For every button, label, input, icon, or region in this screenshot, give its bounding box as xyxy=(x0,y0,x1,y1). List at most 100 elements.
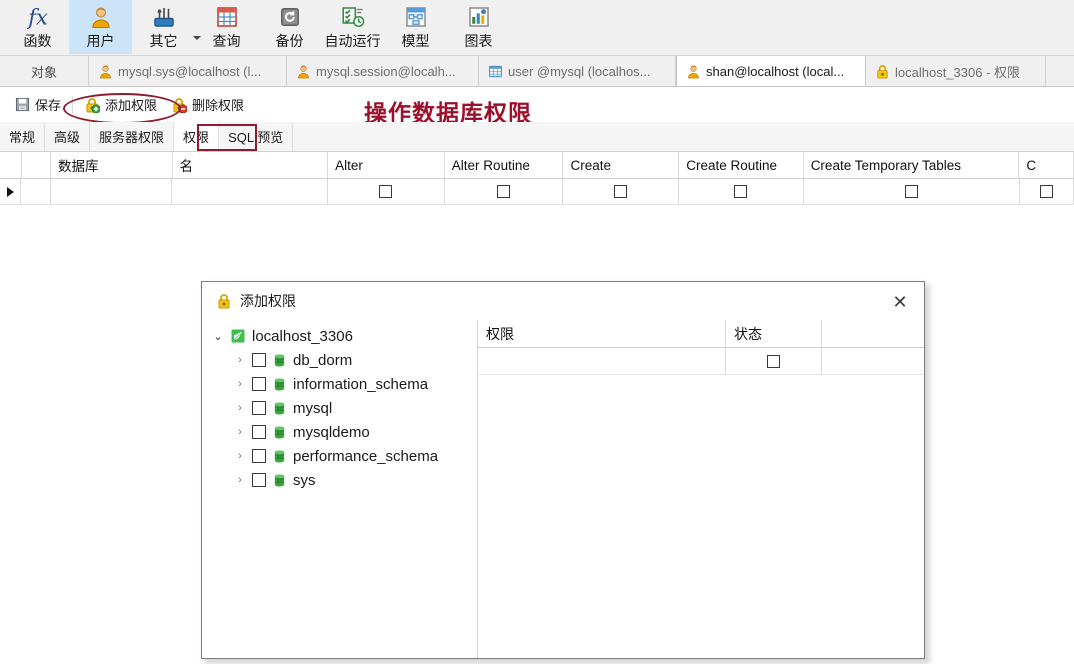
tree-node-database-4[interactable]: › performance_schema xyxy=(202,444,477,468)
privileges-subtabs: 常规 高级 服务器权限 权限 SQL 预览 xyxy=(0,122,1074,152)
cell-checkbox-3[interactable] xyxy=(328,179,445,204)
privileges-grid-header: 数据库名 Alter Alter Routine Create Create Routi… xyxy=(0,152,1074,179)
tree-node-checkbox[interactable] xyxy=(252,401,266,415)
model-icon xyxy=(404,4,428,30)
checkbox[interactable] xyxy=(1039,185,1053,198)
row-select-cell[interactable] xyxy=(21,179,51,204)
ribbon-item-2[interactable]: 其它 xyxy=(132,0,201,54)
close-icon[interactable]: ✕ xyxy=(888,290,912,314)
tree-node-checkbox[interactable] xyxy=(252,449,266,463)
save-button[interactable]: 保存 xyxy=(8,93,68,116)
table-icon xyxy=(488,64,503,79)
connection-tab-3[interactable]: shan@localhost (local... xyxy=(676,56,866,86)
checkbox[interactable] xyxy=(734,185,748,198)
tree-node-database-5[interactable]: › sys xyxy=(202,468,477,492)
user-icon xyxy=(686,64,701,79)
grid-column-header-1[interactable]: 数据库 xyxy=(51,152,173,178)
tree-node-checkbox[interactable] xyxy=(252,425,266,439)
checkbox[interactable] xyxy=(767,354,780,368)
connection-tab-0[interactable]: mysql.sys@localhost (l... xyxy=(89,56,287,86)
ribbon-item-1[interactable]: 用户 xyxy=(69,0,132,54)
ribbon-item-label: 函数 xyxy=(23,33,52,49)
chevron-right-icon[interactable]: › xyxy=(234,426,246,438)
connection-tab-4[interactable]: localhost_3306 - 权限 xyxy=(866,56,1046,86)
connection-tab-label: user @mysql (localhos... xyxy=(508,63,651,79)
list-item[interactable] xyxy=(478,348,924,375)
subtab-4[interactable]: SQL 预览 xyxy=(219,122,294,151)
cell-text-1[interactable] xyxy=(51,179,173,204)
cell-checkbox-5[interactable] xyxy=(563,179,680,204)
grid-column-header-8[interactable]: C xyxy=(1019,152,1074,178)
checkbox[interactable] xyxy=(614,185,628,198)
chevron-right-icon[interactable]: › xyxy=(234,474,246,486)
privilege-state-cell[interactable] xyxy=(726,348,822,374)
privileges-grid: 数据库名 Alter Alter Routine Create Create Routi… xyxy=(0,152,1074,208)
checkbox[interactable] xyxy=(379,185,393,198)
grid-column-header-3[interactable]: Alter xyxy=(328,152,445,178)
privilege-table-column-0[interactable]: 权限 xyxy=(478,320,726,347)
ribbon-item-3[interactable]: 查询 xyxy=(195,0,258,54)
add-privilege-dialog: 添加权限 ✕ ⌄ localhost_3306 › db_dorm › informati… xyxy=(201,281,925,659)
subtab-2[interactable]: 服务器权限 xyxy=(90,122,175,151)
add-privilege-button[interactable]: 添加权限 xyxy=(77,93,164,116)
cell-checkbox-8[interactable] xyxy=(1020,179,1074,204)
table-row[interactable] xyxy=(0,179,1074,205)
dialog-body: ⌄ localhost_3306 › db_dorm › information_sche… xyxy=(202,320,924,658)
cell-checkbox-6[interactable] xyxy=(679,179,804,204)
privileges-grid-body xyxy=(0,179,1074,205)
tree-node-label: db_dorm xyxy=(293,351,353,369)
grid-column-header-6[interactable]: Create Routine xyxy=(679,152,804,178)
tree-node-checkbox[interactable] xyxy=(252,377,266,391)
tree-node-label: mysqldemo xyxy=(293,423,370,441)
connection-tab-label: localhost_3306 - 权限 xyxy=(895,64,1021,80)
cell-text-2[interactable] xyxy=(172,179,328,204)
connection-tab-2[interactable]: user @mysql (localhos... xyxy=(479,56,676,86)
query-icon xyxy=(215,4,239,30)
subtab-3[interactable]: 权限 xyxy=(174,122,220,151)
ribbon-item-0[interactable]: fx 函数 xyxy=(6,0,69,54)
tree-node-database-1[interactable]: › information_schema xyxy=(202,372,477,396)
database-tree: ⌄ localhost_3306 › db_dorm › information_sche… xyxy=(202,320,478,658)
subtab-1[interactable]: 高级 xyxy=(45,122,91,151)
user-icon xyxy=(296,64,311,79)
object-pane-header[interactable]: 对象 xyxy=(0,56,89,86)
privileges-toolbar: 保存 添加权限 删除权限 xyxy=(0,87,1074,122)
checkbox[interactable] xyxy=(904,185,918,198)
chevron-right-icon[interactable]: › xyxy=(234,378,246,390)
chevron-right-icon[interactable]: › xyxy=(234,402,246,414)
fx-icon: fx xyxy=(26,4,50,30)
lock-icon xyxy=(216,293,232,309)
database-icon xyxy=(272,425,287,440)
delete-privilege-button[interactable]: 删除权限 xyxy=(164,93,251,116)
tree-node-root[interactable]: ⌄ localhost_3306 xyxy=(202,324,477,348)
tree-node-checkbox[interactable] xyxy=(252,353,266,367)
connection-tab-label: mysql.sys@localhost (l... xyxy=(118,63,262,79)
privilege-name-cell[interactable] xyxy=(478,348,726,374)
tree-node-database-2[interactable]: › mysql xyxy=(202,396,477,420)
chevron-right-icon[interactable]: › xyxy=(234,450,246,462)
ribbon-item-7[interactable]: 图表 xyxy=(447,0,510,54)
grid-column-header-2[interactable]: 名 xyxy=(173,152,329,178)
ribbon-item-6[interactable]: 模型 xyxy=(384,0,447,54)
privilege-table-column-1[interactable]: 状态 xyxy=(726,320,822,347)
database-icon xyxy=(272,449,287,464)
grid-column-header-7[interactable]: Create Temporary Tables xyxy=(804,152,1020,178)
ribbon-item-4[interactable]: 备份 xyxy=(258,0,321,54)
tree-node-label: sys xyxy=(293,471,316,489)
ribbon-item-5[interactable]: 自动运行 xyxy=(321,0,384,54)
tree-node-database-3[interactable]: › mysqldemo xyxy=(202,420,477,444)
subtab-0[interactable]: 常规 xyxy=(0,122,46,151)
cell-checkbox-7[interactable] xyxy=(804,179,1020,204)
grid-column-header-5[interactable]: Create xyxy=(563,152,680,178)
chevron-right-icon[interactable]: › xyxy=(234,354,246,366)
database-icon xyxy=(272,473,287,488)
cell-checkbox-4[interactable] xyxy=(445,179,564,204)
ribbon-item-label: 模型 xyxy=(401,33,430,49)
chevron-down-icon[interactable]: ⌄ xyxy=(212,330,224,343)
tree-node-database-0[interactable]: › db_dorm xyxy=(202,348,477,372)
connection-tab-1[interactable]: mysql.session@localh... xyxy=(287,56,479,86)
tree-node-checkbox[interactable] xyxy=(252,473,266,487)
grid-column-header-4[interactable]: Alter Routine xyxy=(445,152,564,178)
checkbox[interactable] xyxy=(496,185,510,198)
grid-column-header-0[interactable] xyxy=(0,152,22,178)
